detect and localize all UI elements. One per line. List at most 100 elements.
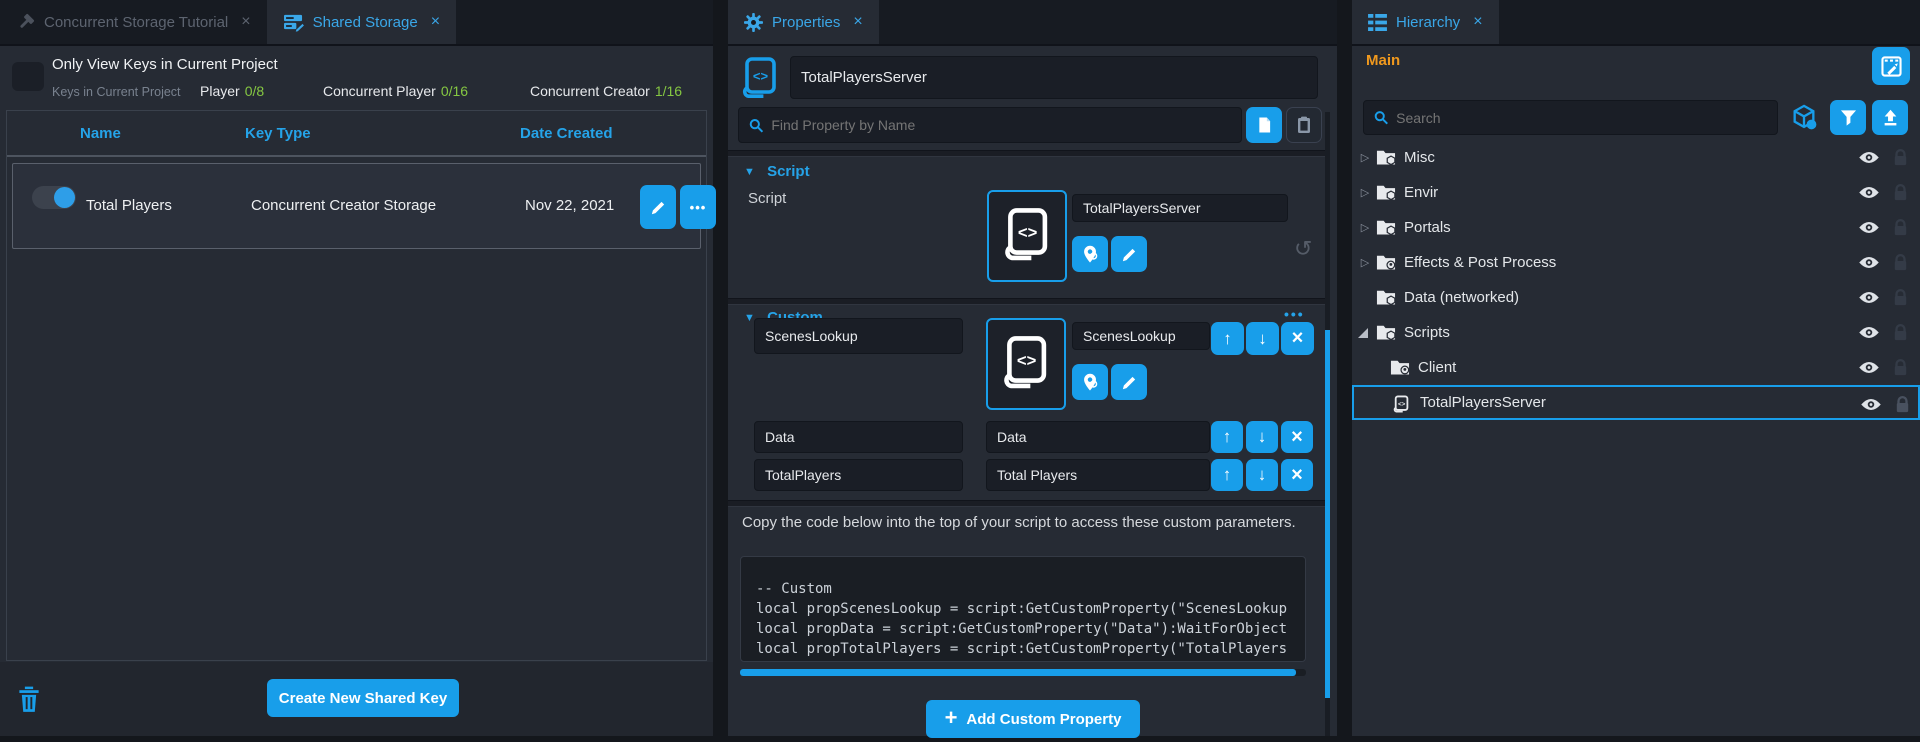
lock-icon[interactable] [1893, 183, 1908, 202]
table-row[interactable]: Total Players Concurrent Creator Storage… [12, 163, 701, 249]
lock-icon[interactable] [1893, 323, 1908, 342]
scene-settings-button[interactable] [1872, 47, 1910, 85]
custom-asset-thumbnail[interactable]: <> [986, 318, 1066, 410]
key-active-toggle[interactable] [32, 186, 76, 209]
tree-item-misc[interactable]: ▷ Misc [1352, 140, 1920, 175]
close-icon[interactable]: × [431, 13, 440, 31]
hierarchy-search-field[interactable] [1396, 110, 1767, 126]
edit-script-button[interactable] [1111, 236, 1147, 272]
expand-arrow-icon[interactable]: ▷ [1358, 221, 1372, 234]
column-header-name[interactable]: Name [80, 125, 121, 142]
lock-icon[interactable] [1895, 395, 1910, 414]
custom-prop-value-field[interactable]: Total Players [986, 459, 1210, 491]
expand-arrow-icon[interactable]: ▷ [1358, 256, 1372, 269]
tree-item-label: Scripts [1404, 324, 1450, 341]
column-header-date-created[interactable]: Date Created [520, 125, 613, 142]
tree-item-effects-post-process[interactable]: ▷ Effects & Post Process [1352, 245, 1920, 280]
project-icon [16, 13, 35, 32]
copy-properties-button[interactable] [1246, 107, 1282, 143]
expand-arrow-icon[interactable]: ▷ [1358, 186, 1372, 199]
custom-prop-name-field[interactable]: ScenesLookup [754, 318, 963, 354]
property-search-input[interactable] [738, 107, 1242, 143]
custom-prop-value-field[interactable]: Data [986, 421, 1210, 453]
properties-vertical-scrollbar[interactable] [1325, 112, 1330, 736]
property-search-field[interactable] [771, 117, 1231, 133]
find-asset-button[interactable] [1072, 364, 1108, 400]
lock-icon[interactable] [1893, 253, 1908, 272]
move-down-button[interactable]: ↓ [1246, 421, 1278, 453]
create-new-shared-key-button[interactable]: Create New Shared Key [267, 679, 459, 717]
hierarchy-icon [1368, 14, 1387, 31]
custom-code-block[interactable]: -- Custom local propScenesLookup = scrip… [740, 556, 1306, 662]
tab-label: Concurrent Storage Tutorial [44, 14, 228, 31]
move-down-button[interactable]: ↓ [1246, 322, 1279, 355]
move-up-button[interactable]: ↑ [1211, 459, 1243, 491]
visibility-eye-icon[interactable] [1857, 186, 1881, 199]
tree-item-totalplayersserver[interactable]: <> TotalPlayersServer [1352, 385, 1920, 420]
code-horizontal-scrollbar[interactable] [740, 669, 1306, 676]
properties-panel: Properties × <> [728, 0, 1337, 736]
visibility-eye-icon[interactable] [1859, 398, 1883, 411]
folder-pin-icon [1390, 358, 1410, 376]
close-icon[interactable]: × [241, 13, 250, 31]
networked-cube-icon[interactable] [1790, 103, 1818, 131]
tab-hierarchy[interactable]: Hierarchy × [1352, 0, 1499, 44]
visibility-eye-icon[interactable] [1857, 326, 1881, 339]
tree-item-client[interactable]: Client [1352, 350, 1920, 385]
export-button[interactable] [1872, 100, 1908, 135]
delete-property-button[interactable]: × [1281, 421, 1313, 453]
close-icon[interactable]: × [853, 13, 862, 31]
custom-prop-value-field[interactable]: ScenesLookup [1072, 322, 1210, 350]
move-up-button[interactable]: ↑ [1211, 421, 1243, 453]
paste-properties-button[interactable] [1286, 107, 1322, 143]
find-asset-button[interactable] [1072, 236, 1108, 272]
expand-arrow-icon[interactable] [1358, 328, 1368, 338]
tab-shared-storage[interactable]: Shared Storage × [267, 0, 456, 44]
tree-item-label: Client [1418, 359, 1456, 376]
lock-icon[interactable] [1893, 148, 1908, 167]
custom-section-menu[interactable]: ••• [1284, 306, 1305, 322]
reset-icon[interactable]: ↺ [1294, 238, 1312, 260]
tree-item-data-networked[interactable]: Data (networked) [1352, 280, 1920, 315]
script-asset-name[interactable]: TotalPlayersServer [1072, 194, 1288, 222]
lock-icon[interactable] [1893, 218, 1908, 237]
expand-arrow-icon[interactable]: ▷ [1358, 151, 1372, 164]
visibility-eye-icon[interactable] [1857, 151, 1881, 164]
visibility-eye-icon[interactable] [1857, 256, 1881, 269]
delete-property-button[interactable]: × [1281, 322, 1314, 355]
delete-property-button[interactable]: × [1281, 459, 1313, 491]
close-icon[interactable]: × [1473, 13, 1482, 31]
lock-icon[interactable] [1893, 288, 1908, 307]
move-up-button[interactable]: ↑ [1211, 322, 1244, 355]
lock-icon[interactable] [1893, 358, 1908, 377]
visibility-eye-icon[interactable] [1857, 221, 1881, 234]
custom-prop-name-field[interactable]: TotalPlayers [754, 459, 963, 491]
hierarchy-search-input[interactable] [1363, 100, 1778, 135]
column-header-key-type[interactable]: Key Type [245, 125, 311, 142]
script-asset-thumbnail[interactable]: <> [987, 190, 1067, 282]
script-section-header[interactable]: ▼ Script [744, 163, 810, 180]
folder-cube-icon [1376, 218, 1396, 236]
add-custom-property-button[interactable]: + Add Custom Property [926, 700, 1140, 738]
tree-item-scripts[interactable]: Scripts [1352, 315, 1920, 350]
svg-text:<>: <> [1017, 351, 1037, 370]
more-options-button[interactable]: ••• [680, 185, 716, 229]
custom-prop-name-field[interactable]: Data [754, 421, 963, 453]
tree-item-portals[interactable]: ▷ Portals [1352, 210, 1920, 245]
table-header: Name Key Type Date Created [7, 111, 706, 157]
tab-concurrent-storage-tutorial[interactable]: Concurrent Storage Tutorial × [0, 0, 267, 44]
object-name-input[interactable] [790, 56, 1318, 99]
storage-footer: Create New Shared Key [0, 662, 713, 736]
visibility-eye-icon[interactable] [1857, 361, 1881, 374]
visibility-eye-icon[interactable] [1857, 291, 1881, 304]
trash-icon[interactable] [18, 685, 40, 713]
tree-item-envir[interactable]: ▷ Envir [1352, 175, 1920, 210]
edit-key-button[interactable] [640, 185, 676, 229]
edit-script-button[interactable] [1111, 364, 1147, 400]
move-down-button[interactable]: ↓ [1246, 459, 1278, 491]
section-separator [728, 298, 1327, 305]
code-line: local propData = script:GetCustomPropert… [756, 619, 1305, 639]
tab-properties[interactable]: Properties × [728, 0, 879, 44]
editor-screen: Concurrent Storage Tutorial × Shared Sto… [0, 0, 1920, 742]
filter-button[interactable] [1830, 100, 1866, 135]
